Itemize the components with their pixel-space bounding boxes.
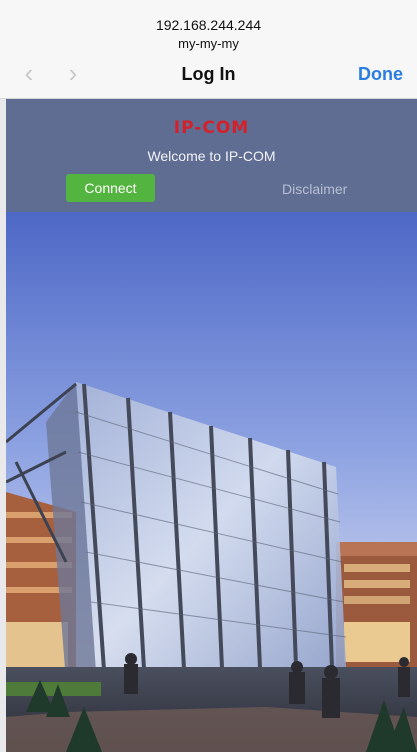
- portal-header: IP-COM Welcome to IP-COM Connect Disclai…: [6, 99, 417, 212]
- page-title: Log In: [181, 64, 236, 84]
- building-illustration: [6, 212, 417, 752]
- browser-toolbar: 192.168.244.244 my-my-my ‹ › Log In Done: [0, 0, 417, 99]
- building-photo: [6, 212, 417, 752]
- disclaimer-link[interactable]: Disclaimer: [282, 181, 347, 197]
- connect-button[interactable]: Connect: [66, 174, 155, 202]
- url-text: 192.168.244.244: [155, 17, 262, 33]
- done-button[interactable]: Done: [358, 62, 403, 86]
- ip-com-logo: IP-COM: [173, 118, 250, 138]
- host-name: my-my-my: [178, 36, 239, 51]
- welcome-text: Welcome to IP-COM: [147, 148, 276, 164]
